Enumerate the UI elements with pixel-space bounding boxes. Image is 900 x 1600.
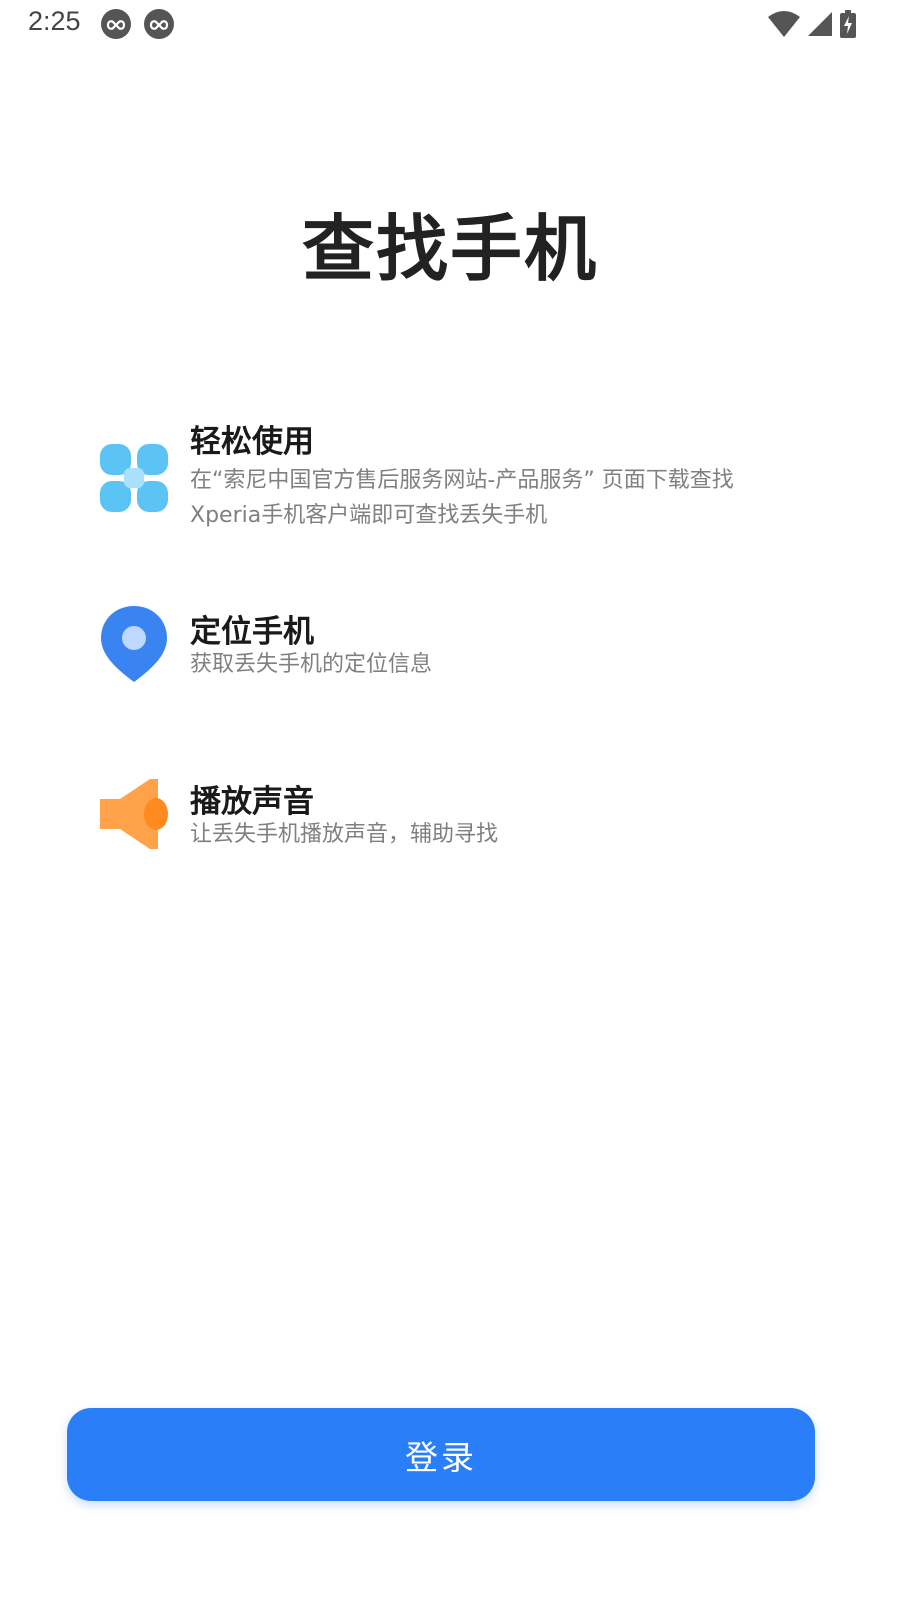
status-bar: 2:25 (0, 0, 900, 48)
speaker-icon (100, 779, 168, 849)
infinity-badge-icon (101, 9, 131, 39)
feature-play-sound: 播放声音 让丢失手机播放声音，辅助寻找 (98, 770, 818, 860)
login-button[interactable]: 登录 (67, 1408, 815, 1501)
page-title: 查找手机 (301, 207, 598, 291)
feature-title: 播放声音 (190, 784, 314, 820)
status-icons (768, 9, 856, 39)
feature-easy-use: 轻松使用 在“索尼中国官方售后服务网站-产品服务” 页面下载查找Xperia手机… (98, 410, 818, 540)
cell-signal-icon (808, 12, 832, 36)
feature-description: 在“索尼中国官方售后服务网站-产品服务” 页面下载查找Xperia手机客户端即可… (190, 468, 734, 528)
wifi-icon (768, 11, 800, 37)
feature-description: 让丢失手机播放声音，辅助寻找 (190, 822, 499, 847)
clover-icon (100, 444, 168, 512)
feature-title: 轻松使用 (190, 424, 314, 460)
feature-locate-phone: 定位手机 获取丢失手机的定位信息 (98, 600, 818, 690)
feature-title: 定位手机 (190, 614, 314, 650)
feature-description: 获取丢失手机的定位信息 (190, 652, 433, 677)
status-time: 2:25 (28, 6, 81, 36)
location-pin-icon (101, 606, 167, 682)
infinity-badge-icon (144, 9, 174, 39)
battery-charging-icon (840, 10, 856, 38)
